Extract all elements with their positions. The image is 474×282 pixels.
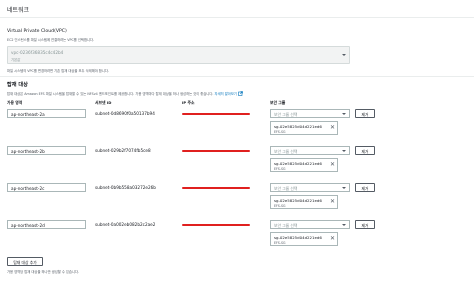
vpc-select[interactable]: vpc-0236f36835c4c42b4 기본값 — [7, 46, 350, 64]
close-icon[interactable]: ✕ — [330, 199, 335, 205]
ip-address-redacted — [182, 150, 250, 152]
az-input[interactable]: ap-northeast-2c — [7, 183, 86, 192]
learn-more-link[interactable]: 자세히 알아보기 — [215, 92, 237, 96]
remove-button[interactable]: 제거 — [355, 183, 375, 192]
security-group-placeholder: 보안 그룹 선택 — [274, 149, 298, 154]
caret-down-icon — [342, 150, 346, 152]
close-icon[interactable]: ✕ — [330, 125, 335, 131]
security-group-chip: sg-02e5825d04d221ed6 EFS-SG ✕ — [270, 121, 338, 135]
mount-targets-description: 탑재 대상은 Amazon EFS 파일 시스템을 탑재할 수 있는 NFSv4… — [7, 91, 243, 96]
security-group-name: EFS-SG — [274, 130, 286, 134]
caret-down-icon — [342, 224, 346, 226]
security-group-select[interactable]: 보안 그룹 선택 — [270, 146, 350, 155]
add-mount-target-button[interactable]: 탑재 대상 추가 — [7, 257, 43, 266]
column-header-ip: IP 주소 — [182, 100, 195, 105]
az-input[interactable]: ap-northeast-2d — [7, 220, 86, 229]
subnet-id: subnet-0a002eb082b2c2ae2 — [95, 222, 156, 227]
close-icon[interactable]: ✕ — [330, 236, 335, 242]
section-divider-2 — [0, 76, 474, 77]
vpc-selected-id: vpc-0236f36835c4c42b4 — [11, 49, 64, 55]
security-group-id: sg-02e5825d04d221ed6 — [274, 197, 322, 203]
vpc-label: Virtual Private Cloud(VPC) — [7, 29, 67, 34]
subnet-id: subnet-0b9b558a03272e26b — [95, 185, 156, 190]
security-group-chip: sg-02e5825d04d221ed6 EFS-SG ✕ — [270, 158, 338, 172]
security-group-select[interactable]: 보안 그룹 선택 — [270, 109, 350, 118]
security-group-placeholder: 보안 그룹 선택 — [274, 112, 298, 117]
security-group-id: sg-02e5825d04d221ed6 — [274, 160, 322, 166]
column-header-az: 가용 영역 — [7, 100, 23, 105]
caret-down-icon — [342, 54, 346, 56]
security-group-name: EFS-SG — [274, 167, 286, 171]
az-input[interactable]: ap-northeast-2a — [7, 109, 86, 118]
caret-down-icon — [342, 113, 346, 115]
security-group-name: EFS-SG — [274, 204, 286, 208]
security-group-placeholder: 보안 그룹 선택 — [274, 186, 298, 191]
subnet-id: subnet-0d8690f0a50137b94 — [95, 111, 155, 116]
mount-targets-title: 탑재 대상 — [7, 82, 28, 88]
security-group-id: sg-02e5825d04d221ed6 — [274, 234, 322, 240]
column-header-sg: 보안 그룹 — [270, 100, 286, 105]
subnet-id: subnet-029b2f7074fb5ce8 — [95, 148, 151, 153]
column-header-subnet: 서브넷 ID — [95, 100, 112, 105]
ip-address-redacted — [182, 113, 250, 115]
close-icon[interactable]: ✕ — [330, 162, 335, 168]
footer-note: 가용 영역당 탑재 대상을 하나만 생성할 수 있습니다. — [7, 270, 80, 274]
security-group-select[interactable]: 보안 그룹 선택 — [270, 220, 350, 229]
ip-address-redacted — [182, 187, 250, 189]
az-input[interactable]: ap-northeast-2b — [7, 146, 86, 155]
section-divider — [0, 17, 474, 18]
security-group-select[interactable]: 보안 그룹 선택 — [270, 183, 350, 192]
remove-button[interactable]: 제거 — [355, 109, 375, 118]
caret-down-icon — [342, 187, 346, 189]
remove-button[interactable]: 제거 — [355, 220, 375, 229]
mount-targets-description-text: 탑재 대상은 Amazon EFS 파일 시스템을 탑재할 수 있는 NFSv4… — [7, 92, 214, 96]
security-group-chip: sg-02e5825d04d221ed6 EFS-SG ✕ — [270, 195, 338, 209]
vpc-note: 파일 시스템의 VPC를 변경하려면 기존 탑재 대상을 모두 삭제해야 합니다… — [7, 69, 109, 73]
security-group-chip: sg-02e5825d04d221ed6 EFS-SG ✕ — [270, 232, 338, 246]
security-group-name: EFS-SG — [274, 241, 286, 245]
security-group-id: sg-02e5825d04d221ed6 — [274, 123, 322, 129]
external-link-icon[interactable] — [238, 91, 243, 96]
vpc-selected-name: 기본값 — [11, 58, 21, 62]
ip-address-redacted — [182, 224, 250, 226]
vpc-description: EC2 인스턴스를 파일 시스템에 연결하려는 VPC를 선택합니다. — [7, 38, 95, 42]
remove-button[interactable]: 제거 — [355, 146, 375, 155]
security-group-placeholder: 보안 그룹 선택 — [274, 223, 298, 228]
section-title: 네트워크 — [7, 7, 30, 14]
